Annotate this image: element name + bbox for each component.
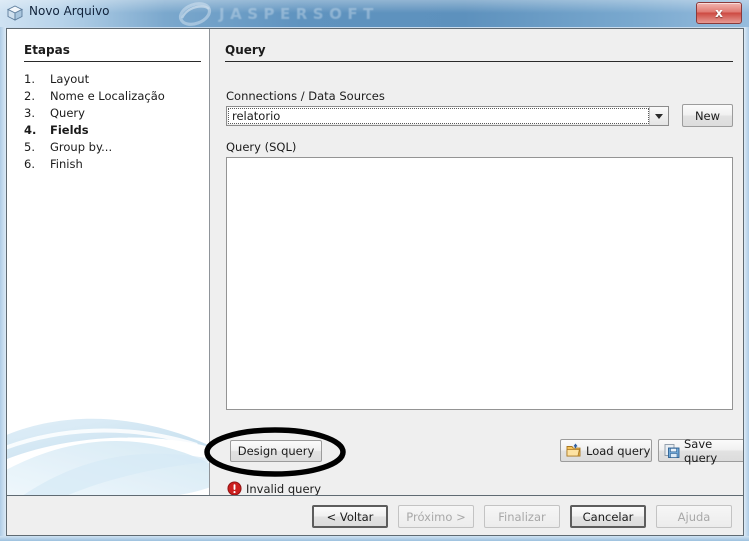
step-item-3[interactable]: 3. Query (24, 106, 204, 121)
step-label: Query (50, 106, 85, 120)
step-number: 2. (24, 89, 35, 103)
steps-list: 1. Layout 2. Nome e Localização 3. Query… (24, 72, 204, 174)
cancel-button-label: Cancelar (582, 509, 634, 524)
close-button[interactable]: x (696, 2, 742, 24)
floppy-save-icon (664, 443, 680, 458)
connection-select[interactable]: relatorio (226, 106, 669, 126)
load-query-button[interactable]: Load query (560, 439, 652, 462)
steps-heading: Etapas (24, 43, 70, 57)
help-button: Ajuda (656, 505, 732, 528)
load-query-label: Load query (586, 443, 651, 458)
status-badge: Invalid query (227, 481, 321, 496)
step-item-2[interactable]: 2. Nome e Localização (24, 89, 204, 104)
page-title: Query (225, 43, 266, 57)
next-button: Próximo > (398, 505, 474, 528)
step-number: 3. (24, 106, 35, 120)
jaspersoft-mark-icon (178, 1, 212, 26)
step-number: 4. (24, 123, 37, 137)
connection-select-value: relatorio (232, 109, 281, 123)
folder-open-icon (566, 443, 581, 457)
window-title: Novo Arquivo (29, 4, 110, 18)
step-label: Fields (50, 123, 89, 137)
cube-icon (7, 5, 23, 21)
steps-panel: Etapas 1. Layout 2. Nome e Localização 3… (7, 29, 210, 495)
chevron-down-icon[interactable] (649, 107, 668, 125)
step-number: 1. (24, 72, 35, 86)
connection-select-field[interactable]: relatorio (228, 108, 649, 124)
content-panel: Query Connections / Data Sources relator… (204, 29, 743, 496)
close-icon: x (715, 6, 723, 20)
step-label: Nome e Localização (50, 89, 165, 103)
dialog-footer: < Voltar Próximo > Finalizar Cancelar Aj… (7, 495, 743, 535)
steps-heading-rule (24, 61, 201, 62)
connections-label: Connections / Data Sources (226, 89, 385, 103)
decorative-swoosh-graphic (7, 418, 209, 495)
cancel-button[interactable]: Cancelar (570, 505, 646, 528)
dialog-body: Etapas 1. Layout 2. Nome e Localização 3… (6, 28, 744, 536)
save-query-button[interactable]: Save query (658, 436, 743, 465)
save-query-label: Save query (684, 436, 718, 465)
design-query-label: Design query (237, 444, 315, 458)
step-item-6[interactable]: 6. Finish (24, 157, 204, 172)
new-connection-label: New (694, 108, 721, 123)
status-label: Invalid query (246, 481, 322, 496)
page-title-rule (225, 61, 733, 62)
step-number: 5. (24, 140, 35, 154)
window-frame-right (744, 27, 749, 541)
dialog-window: Novo Arquivo JASPERSOFT x Etapas 1. Layo… (0, 0, 749, 541)
next-button-label: Próximo > (406, 509, 466, 524)
step-number: 6. (24, 157, 35, 171)
titlebar: Novo Arquivo JASPERSOFT x (0, 0, 749, 27)
query-sql-label: Query (SQL) (226, 140, 297, 154)
finish-button-label: Finalizar (498, 509, 546, 524)
step-label: Layout (50, 72, 90, 86)
jaspersoft-wordmark: JASPERSOFT (219, 4, 379, 23)
step-item-4-active[interactable]: 4. Fields (24, 123, 204, 138)
step-label: Finish (50, 157, 83, 171)
finish-button: Finalizar (484, 505, 560, 528)
step-item-1[interactable]: 1. Layout (24, 72, 204, 87)
back-button-label: < Voltar (326, 509, 374, 524)
help-button-label: Ajuda (677, 509, 711, 524)
error-icon (227, 481, 242, 496)
back-button[interactable]: < Voltar (312, 505, 388, 528)
step-item-5[interactable]: 5. Group by... (24, 140, 204, 155)
query-sql-textarea[interactable] (226, 157, 733, 410)
window-frame-bottom (0, 536, 749, 541)
step-label: Group by... (50, 140, 113, 154)
new-connection-button[interactable]: New (682, 104, 733, 127)
jaspersoft-logo: JASPERSOFT (178, 0, 379, 27)
design-query-button[interactable]: Design query (230, 440, 322, 462)
